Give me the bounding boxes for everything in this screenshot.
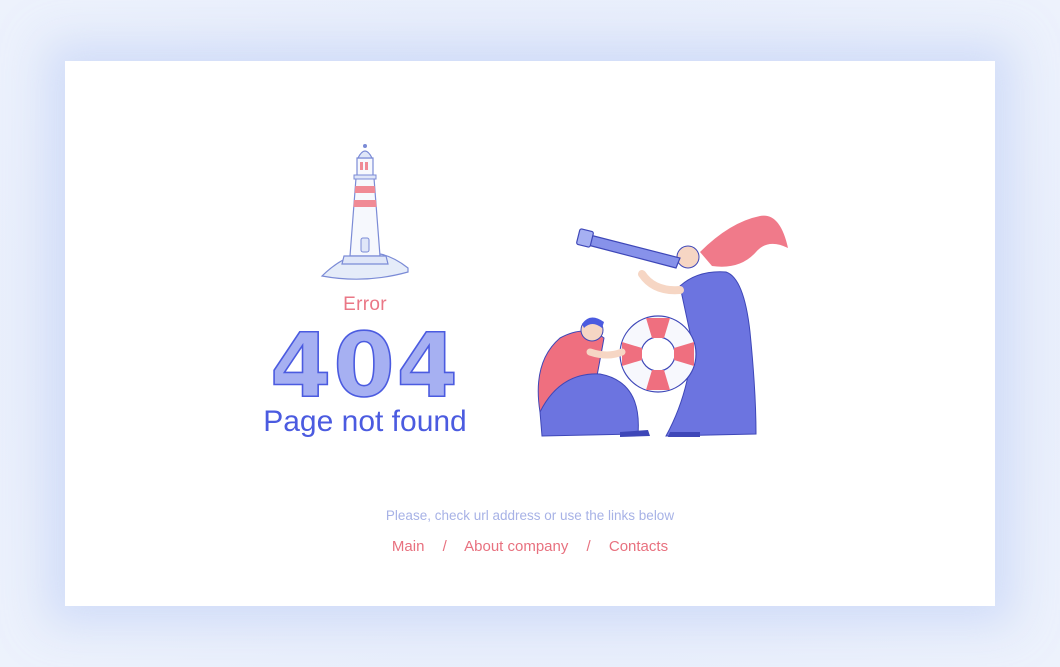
link-separator: / [586,538,591,555]
link-separator: / [442,538,447,555]
page-title: Page not found [263,405,467,438]
link-main[interactable]: Main [392,538,425,555]
link-about-company[interactable]: About company [464,538,568,555]
help-text: Please, check url address or use the lin… [385,508,675,523]
lighthouse-icon [320,144,409,280]
link-contacts[interactable]: Contacts [609,538,668,555]
error-code: 404 [272,318,458,408]
people-lifebuoy-illustration [537,215,788,437]
error-label: Error [343,294,387,315]
error-code-text: 404 [272,318,458,408]
navigation-links: Main / About company / Contacts [330,538,730,555]
